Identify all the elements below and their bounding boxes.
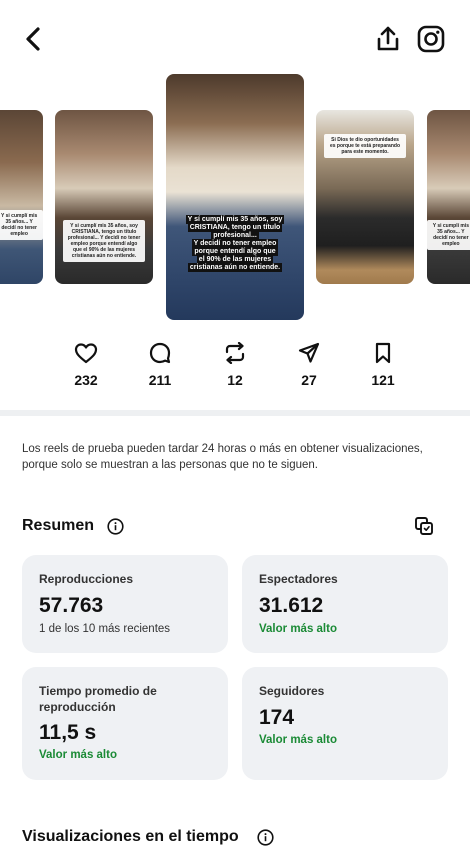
reel-thumb-overlay: Y si cumplí mis 35 años, soy CRISTIANA, … xyxy=(62,220,146,262)
saves-count: 121 xyxy=(371,372,395,388)
reel-thumb-far-right[interactable]: Y si cumplí mis 35 años... Y decidí no t… xyxy=(427,110,470,284)
section-divider xyxy=(0,410,470,416)
engagement-stats: 232 211 12 27 121 xyxy=(0,342,470,400)
repost-icon xyxy=(225,342,245,364)
send-icon xyxy=(298,342,320,363)
saves-stat[interactable]: 121 xyxy=(353,342,413,388)
reel-thumb-overlay: Y si cumplí mis 35 años... Y decidí no t… xyxy=(0,210,43,240)
card-value: 57.763 xyxy=(39,594,104,617)
reproducciones-card[interactable]: Reproducciones 57.763 1 de los 10 más re… xyxy=(22,555,228,653)
card-sub: Valor más alto xyxy=(259,734,337,746)
reel-thumb-far-left[interactable]: Y si cumplí mis 35 años... Y decidí no t… xyxy=(0,110,43,284)
timeline-info-button[interactable] xyxy=(257,829,274,846)
reel-carousel[interactable]: Y si cumplí mis 35 años... Y decidí no t… xyxy=(0,72,470,324)
bookmark-icon xyxy=(375,342,391,364)
card-label: Tiempo promedio de reproducción xyxy=(39,684,157,714)
info-icon xyxy=(107,518,124,535)
card-value: 174 xyxy=(259,706,295,729)
comments-stat[interactable]: 211 xyxy=(130,342,190,388)
instagram-button[interactable] xyxy=(416,24,446,54)
comment-icon xyxy=(149,342,171,364)
info-icon xyxy=(257,829,274,846)
reposts-count: 12 xyxy=(227,372,243,388)
reel-thumb-overlay-main: Y sí cumplí mis 35 años, soy CRISTIANA, … xyxy=(172,215,299,272)
top-bar xyxy=(0,0,470,76)
card-value: 11,5 s xyxy=(39,721,97,744)
espectadores-card[interactable]: Espectadores 31.612 Valor más alto xyxy=(242,555,448,653)
compare-button[interactable] xyxy=(414,516,434,536)
card-sub: Valor más alto xyxy=(259,623,337,635)
likes-count: 232 xyxy=(74,372,98,388)
trial-reels-note: Los reels de prueba pueden tardar 24 hor… xyxy=(22,443,423,471)
reposts-stat[interactable]: 12 xyxy=(205,342,265,388)
heart-icon xyxy=(74,343,98,364)
summary-title: Resumen xyxy=(22,517,95,534)
card-sub: Valor más alto xyxy=(39,749,117,761)
shares-stat[interactable]: 27 xyxy=(279,342,339,388)
summary-info-button[interactable] xyxy=(107,518,124,535)
reel-thumb-main[interactable]: Y sí cumplí mis 35 años, soy CRISTIANA, … xyxy=(166,74,304,320)
tiempo-promedio-card[interactable]: Tiempo promedio de reproducción 11,5 s V… xyxy=(22,667,228,780)
seguidores-card[interactable]: Seguidores 174 Valor más alto xyxy=(242,667,448,780)
card-sub: 1 de los 10 más recientes xyxy=(39,623,171,635)
card-label: Espectadores xyxy=(259,572,338,586)
back-button[interactable] xyxy=(20,24,48,54)
card-label: Reproducciones xyxy=(39,572,134,586)
chevron-left-icon xyxy=(26,27,40,51)
timeline-title: Visualizaciones en el tiempo xyxy=(22,828,239,845)
card-value: 31.612 xyxy=(259,594,324,617)
instagram-icon xyxy=(417,25,445,53)
reel-thumb-left[interactable]: Y si cumplí mis 35 años, soy CRISTIANA, … xyxy=(55,110,153,284)
compare-icon xyxy=(415,517,433,535)
reel-thumb-overlay: Y si cumplí mis 35 años... Y decidí no t… xyxy=(427,220,470,250)
reel-thumb-overlay: Si Dios te dio oportunidades es porque t… xyxy=(323,134,407,158)
overlay-line: cristianas aún no entiende. xyxy=(187,263,283,272)
shares-count: 27 xyxy=(301,372,317,388)
card-label: Seguidores xyxy=(259,684,325,698)
share-button[interactable] xyxy=(374,24,402,54)
likes-stat[interactable]: 232 xyxy=(56,342,116,388)
comments-count: 211 xyxy=(148,372,172,388)
share-upload-icon xyxy=(377,26,399,51)
reel-thumb-right[interactable]: Si Dios te dio oportunidades es porque t… xyxy=(316,110,414,284)
